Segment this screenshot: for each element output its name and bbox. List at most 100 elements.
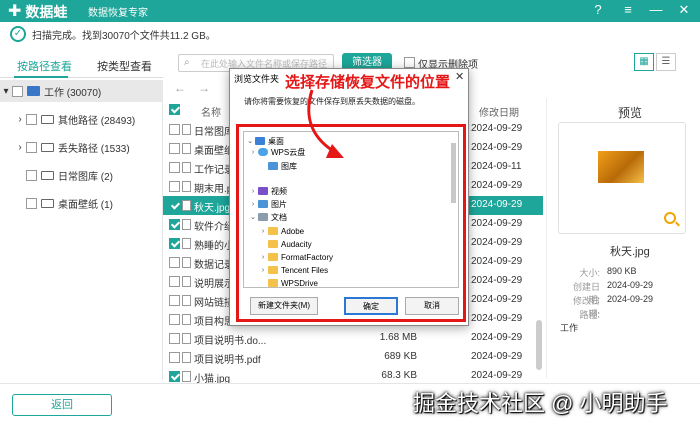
folder-icon: [41, 198, 54, 208]
dialog-tree-item[interactable]: › 视频: [248, 185, 287, 197]
tree-toggle-icon[interactable]: ›: [258, 267, 268, 274]
file-date: 2024-09-29: [471, 123, 523, 134]
tree-toggle-icon[interactable]: ⌄: [248, 213, 258, 221]
dialog-close-icon[interactable]: ✕: [455, 70, 464, 83]
video-icon: [258, 187, 268, 195]
dialog-tree-item[interactable]: › Adobe: [258, 225, 304, 237]
dialog-tree-item[interactable]: WPSDrive: [258, 277, 318, 289]
close-icon[interactable]: ✕: [676, 3, 692, 17]
tree-item-work[interactable]: ▾ 工作 (30070): [0, 80, 163, 102]
list-view-icon[interactable]: ☰: [656, 53, 676, 71]
tree-checkbox[interactable]: [26, 113, 37, 125]
cloud-icon: [258, 148, 268, 156]
help-icon[interactable]: ?: [590, 3, 606, 17]
zoom-icon[interactable]: [664, 212, 676, 224]
tree-toggle-icon[interactable]: ›: [258, 228, 268, 235]
dialog-tree-scrollbar[interactable]: [451, 143, 456, 203]
app-logo: ✚ 数据蛙: [8, 2, 67, 22]
dialog-tree-item[interactable]: › 图片: [248, 198, 287, 210]
row-checkbox[interactable]: [169, 314, 180, 325]
row-checkbox[interactable]: [169, 200, 180, 211]
row-checkbox[interactable]: [169, 162, 180, 173]
row-checkbox[interactable]: [169, 333, 180, 344]
menu-icon[interactable]: ≡: [620, 3, 636, 17]
file-date: 2024-09-29: [471, 256, 523, 267]
tree-toggle-icon[interactable]: ›: [258, 254, 268, 261]
select-all-checkbox[interactable]: [169, 104, 180, 115]
file-row[interactable]: 项目说明书.pdf 689 KB 2024-09-29: [163, 348, 543, 367]
file-size: 689 KB: [384, 351, 417, 362]
back-arrow-icon[interactable]: ←: [174, 81, 186, 95]
tree-toggle-icon[interactable]: ›: [248, 149, 258, 156]
file-date: 2024-09-11: [471, 161, 522, 172]
watermark-text: 掘金技术社区 @ 小明助手: [413, 391, 668, 416]
ok-button[interactable]: 确定: [344, 297, 398, 315]
file-name: 秋天.jpg: [194, 203, 231, 214]
path-label: 路径:: [579, 310, 600, 320]
row-checkbox[interactable]: [169, 257, 180, 268]
dialog-tree-item[interactable]: ⌄ 文档: [248, 211, 287, 223]
column-name-header[interactable]: 名称: [201, 104, 221, 119]
row-checkbox[interactable]: [169, 371, 180, 382]
dialog-tree-label: Tencent Files: [281, 265, 329, 275]
tree-checkbox[interactable]: [26, 169, 37, 181]
show-deleted-checkbox[interactable]: [404, 57, 415, 68]
file-date: 2024-09-29: [471, 275, 523, 286]
dialog-tree-label: 文档: [271, 212, 287, 222]
file-date: 2024-09-29: [471, 332, 523, 343]
dialog-tree-item[interactable]: Audacity: [258, 238, 312, 250]
row-checkbox[interactable]: [169, 181, 180, 192]
picture-icon: [258, 200, 268, 208]
collapse-arrow-icon[interactable]: ▾: [0, 86, 12, 97]
tree-item-label: 桌面壁纸 (1): [58, 199, 113, 211]
file-type-icon: [182, 276, 191, 287]
gallery-icon: [268, 162, 278, 170]
row-checkbox[interactable]: [169, 352, 180, 363]
dialog-tree-label: Audacity: [281, 239, 312, 249]
tree-checkbox[interactable]: [26, 141, 37, 153]
row-checkbox[interactable]: [169, 124, 180, 135]
forward-arrow-icon[interactable]: →: [198, 81, 210, 95]
tree-toggle-icon[interactable]: ›: [248, 201, 258, 208]
dialog-tree-item[interactable]: › WPS云盘: [248, 146, 305, 158]
folder-icon: [268, 266, 278, 274]
file-type-icon: [182, 314, 191, 325]
back-button[interactable]: 返回: [12, 394, 112, 416]
tab-by-type[interactable]: 按类型查看: [97, 58, 152, 74]
desktop-icon: [255, 137, 265, 145]
tree-checkbox[interactable]: [26, 197, 37, 209]
file-size: 1.68 MB: [379, 332, 417, 343]
list-scrollbar[interactable]: [536, 320, 542, 370]
column-date-header[interactable]: 修改日期: [479, 104, 519, 119]
created-value: 2024-09-29: [607, 280, 654, 290]
dialog-tree-item[interactable]: › Tencent Files: [258, 264, 328, 276]
tree-toggle-icon[interactable]: ›: [248, 188, 258, 195]
row-checkbox[interactable]: [169, 219, 180, 230]
row-checkbox[interactable]: [169, 143, 180, 154]
minimize-icon[interactable]: —: [648, 3, 664, 17]
file-date: 2024-09-29: [471, 237, 523, 248]
dialog-tree-item[interactable]: › FormatFactory: [258, 251, 333, 263]
scan-complete-icon: ✓: [10, 26, 26, 42]
grid-view-icon[interactable]: ▦: [634, 53, 654, 71]
file-type-icon: [182, 257, 191, 268]
cancel-button[interactable]: 取消: [405, 297, 459, 315]
row-checkbox[interactable]: [169, 238, 180, 249]
tree-item-other-paths[interactable]: › 其他路径 (28493): [0, 108, 163, 130]
tree-toggle-icon[interactable]: ⌄: [245, 137, 255, 145]
expand-arrow-icon[interactable]: ›: [14, 114, 26, 125]
tab-by-path[interactable]: 按路径查看: [17, 58, 72, 74]
dialog-tree-item[interactable]: 图库: [258, 160, 297, 172]
dialog-tree-label: 图片: [271, 199, 287, 209]
file-row[interactable]: 项目说明书.do... 1.68 MB 2024-09-29: [163, 329, 543, 348]
row-checkbox[interactable]: [169, 276, 180, 287]
new-folder-button[interactable]: 新建文件夹(M): [250, 297, 318, 315]
row-checkbox[interactable]: [169, 295, 180, 306]
tree-item-lost-paths[interactable]: › 丢失路径 (1533): [0, 136, 163, 158]
tree-item-daily-gallery[interactable]: 日常图库 (2): [0, 164, 163, 186]
tree-checkbox[interactable]: [12, 85, 23, 97]
tree-item-wallpaper[interactable]: 桌面壁纸 (1): [0, 192, 163, 214]
dialog-tree-label: 视频: [271, 186, 287, 196]
file-name: 日常图库: [194, 127, 234, 138]
expand-arrow-icon[interactable]: ›: [14, 142, 26, 153]
